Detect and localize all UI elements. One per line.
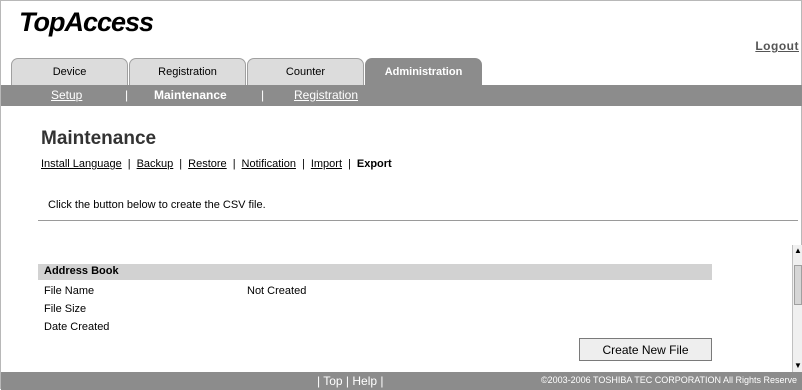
link-separator: | bbox=[348, 158, 351, 170]
link-separator: | bbox=[127, 158, 131, 170]
main-tabs: Device Registration Counter Administrati… bbox=[11, 58, 483, 85]
footer-links: | Top | Help | bbox=[317, 374, 384, 388]
footer-top-link[interactable]: Top bbox=[323, 374, 342, 388]
logout-link[interactable]: Logout bbox=[755, 39, 799, 53]
link-restore[interactable]: Restore bbox=[188, 158, 227, 170]
subnav-separator: | bbox=[261, 88, 265, 102]
subnav-separator: | bbox=[125, 88, 129, 102]
link-separator: | bbox=[232, 158, 236, 170]
tab-registration[interactable]: Registration bbox=[129, 58, 246, 85]
instruction-text: Click the button below to create the CSV… bbox=[48, 199, 266, 211]
sub-navigation: Setup | Maintenance | Registration bbox=[1, 85, 802, 106]
scroll-down-arrow-icon[interactable]: ▼ bbox=[793, 360, 802, 372]
file-name-label: File Name bbox=[44, 285, 95, 297]
vertical-scrollbar[interactable]: ▲ ▼ bbox=[792, 245, 802, 372]
link-install-language[interactable]: Install Language bbox=[41, 158, 122, 170]
divider bbox=[38, 220, 798, 221]
scroll-up-arrow-icon[interactable]: ▲ bbox=[793, 245, 802, 257]
link-import[interactable]: Import bbox=[311, 158, 342, 170]
footer-help-link[interactable]: Help bbox=[352, 374, 377, 388]
scroll-thumb[interactable] bbox=[794, 265, 802, 305]
copyright: ©2003-2006 TOSHIBA TEC CORPORATION All R… bbox=[541, 375, 798, 385]
tab-counter[interactable]: Counter bbox=[247, 58, 364, 85]
tab-administration[interactable]: Administration bbox=[365, 58, 482, 85]
address-book-title: Address Book bbox=[44, 265, 119, 277]
maintenance-links: Install Language | Backup | Restore | Notifica… bbox=[41, 158, 392, 170]
footer: | Top | Help | ©2003-2006 TOSHIBA TEC CO… bbox=[1, 372, 802, 390]
link-backup[interactable]: Backup bbox=[137, 158, 174, 170]
file-size-label: File Size bbox=[44, 303, 87, 315]
file-name-value: Not Created bbox=[247, 285, 307, 297]
date-created-label: Date Created bbox=[44, 321, 110, 333]
page-title: Maintenance bbox=[41, 128, 157, 149]
tab-device[interactable]: Device bbox=[11, 58, 128, 85]
subnav-maintenance[interactable]: Maintenance bbox=[154, 88, 227, 102]
create-new-file-button[interactable]: Create New File bbox=[579, 338, 712, 361]
link-separator: | bbox=[179, 158, 183, 170]
logo: TopAccess bbox=[19, 7, 154, 37]
address-book-header: Address Book bbox=[38, 264, 712, 280]
browser-frame: TopAccess Logout Device Registration Cou… bbox=[0, 0, 802, 390]
link-separator: | bbox=[301, 158, 305, 170]
link-export-current: Export bbox=[356, 158, 392, 170]
subnav-registration[interactable]: Registration bbox=[294, 88, 358, 102]
link-notification[interactable]: Notification bbox=[242, 158, 296, 170]
subnav-setup[interactable]: Setup bbox=[51, 88, 82, 102]
